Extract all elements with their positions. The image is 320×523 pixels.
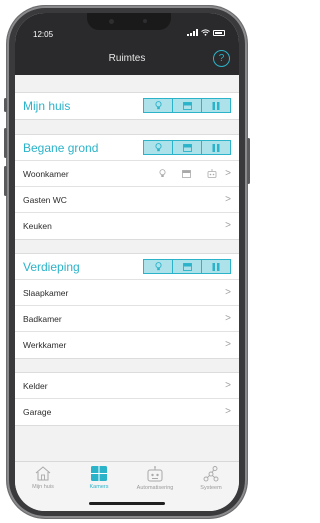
- bulb-icon: [154, 101, 162, 110]
- tab-label: Systeem: [200, 485, 222, 491]
- section-header[interactable]: Verdieping: [15, 254, 239, 280]
- help-button[interactable]: ?: [213, 50, 230, 67]
- section-controls: [143, 98, 231, 113]
- room-row-werkkamer[interactable]: Werkkamer >: [15, 332, 239, 358]
- volume-up-button: [4, 128, 7, 158]
- curtains-toggle-button[interactable]: [202, 99, 230, 112]
- app-screen: 12:05 Ruimtes ? Mijn huis Begane grond W…: [15, 13, 239, 511]
- curtains-icon: [212, 262, 220, 271]
- page-title: Ruimtes: [108, 53, 146, 64]
- lights-toggle-button[interactable]: [144, 260, 173, 273]
- battery-icon: [213, 29, 225, 36]
- chevron-right-icon: >: [225, 406, 231, 417]
- room-row-keuken[interactable]: Keuken >: [15, 213, 239, 239]
- room-label: Kelder: [23, 381, 48, 391]
- section-mijn-huis: Mijn huis: [15, 92, 239, 120]
- blinds-icon: [182, 143, 192, 152]
- room-label: Keuken: [23, 221, 52, 231]
- section-header[interactable]: Mijn huis: [15, 93, 239, 119]
- network-icon: [203, 466, 219, 482]
- curtains-toggle-button[interactable]: [202, 260, 230, 273]
- status-time: 12:05: [33, 30, 54, 39]
- room-label: Werkkamer: [23, 340, 67, 350]
- bulb-icon: [159, 169, 166, 177]
- room-row-kelder[interactable]: Kelder >: [15, 373, 239, 399]
- section-title: Verdieping: [23, 260, 80, 274]
- power-button: [247, 138, 250, 184]
- tab-mijn-huis[interactable]: Mijn huis: [15, 462, 71, 511]
- chevron-right-icon: >: [225, 168, 231, 179]
- blinds-icon: [182, 101, 192, 110]
- curtains-toggle-button[interactable]: [202, 141, 230, 154]
- room-row-slaapkamer[interactable]: Slaapkamer >: [15, 280, 239, 306]
- chevron-right-icon: >: [225, 339, 231, 350]
- volume-down-button: [4, 166, 7, 196]
- section-other-rooms: Kelder > Garage >: [15, 372, 239, 426]
- tab-label: Mijn huis: [32, 484, 54, 490]
- home-indicator[interactable]: [89, 502, 165, 505]
- lights-toggle-button[interactable]: [144, 141, 173, 154]
- curtains-icon: [212, 143, 220, 152]
- room-label: Woonkamer: [23, 169, 69, 179]
- section-header[interactable]: Begane grond: [15, 135, 239, 161]
- blinds-toggle-button[interactable]: [173, 141, 202, 154]
- chevron-right-icon: >: [225, 313, 231, 324]
- section-controls: [143, 259, 231, 274]
- tab-label: Kamers: [89, 484, 109, 490]
- section-title: Begane grond: [23, 141, 99, 155]
- robot-icon: [147, 466, 163, 482]
- wifi-icon: [201, 29, 210, 36]
- blinds-toggle-button[interactable]: [173, 260, 202, 273]
- rooms-list: Mijn huis Begane grond Woonkamer > Gaste…: [15, 75, 239, 461]
- room-label: Garage: [23, 407, 52, 417]
- blinds-toggle-button[interactable]: [173, 99, 202, 112]
- chevron-right-icon: >: [225, 380, 231, 391]
- bulb-icon: [154, 143, 162, 152]
- chevron-right-icon: >: [225, 194, 231, 205]
- curtains-icon: [212, 101, 220, 110]
- section-controls: [143, 140, 231, 155]
- chevron-right-icon: >: [225, 287, 231, 298]
- bulb-icon: [154, 262, 162, 271]
- room-row-badkamer[interactable]: Badkamer >: [15, 306, 239, 332]
- room-row-garage[interactable]: Garage >: [15, 399, 239, 425]
- signal-icon: [187, 29, 198, 36]
- section-begane-grond: Begane grond Woonkamer > Gasten WC > Keu…: [15, 134, 239, 240]
- chevron-right-icon: >: [225, 220, 231, 231]
- nav-bar: Ruimtes ?: [15, 43, 239, 75]
- room-label: Badkamer: [23, 314, 62, 324]
- room-row-gasten-wc[interactable]: Gasten WC >: [15, 187, 239, 213]
- section-title: Mijn huis: [23, 99, 71, 113]
- room-status-icons: [159, 169, 217, 178]
- blinds-icon: [182, 169, 191, 178]
- tab-label: Automatisering: [136, 485, 174, 491]
- room-label: Slaapkamer: [23, 288, 69, 298]
- blinds-icon: [182, 262, 192, 271]
- lights-toggle-button[interactable]: [144, 99, 173, 112]
- tab-systeem[interactable]: Systeem: [183, 462, 239, 511]
- home-icon: [35, 466, 51, 481]
- system-icons: [187, 29, 225, 36]
- room-label: Gasten WC: [23, 195, 67, 205]
- robot-icon: [207, 169, 217, 178]
- room-row-woonkamer[interactable]: Woonkamer >: [15, 161, 239, 187]
- status-bar: 12:05: [15, 13, 239, 43]
- section-verdieping: Verdieping Slaapkamer > Badkamer > Werkk…: [15, 253, 239, 359]
- notch: [87, 13, 171, 30]
- mute-switch: [4, 98, 7, 112]
- rooms-grid-icon: [91, 466, 107, 481]
